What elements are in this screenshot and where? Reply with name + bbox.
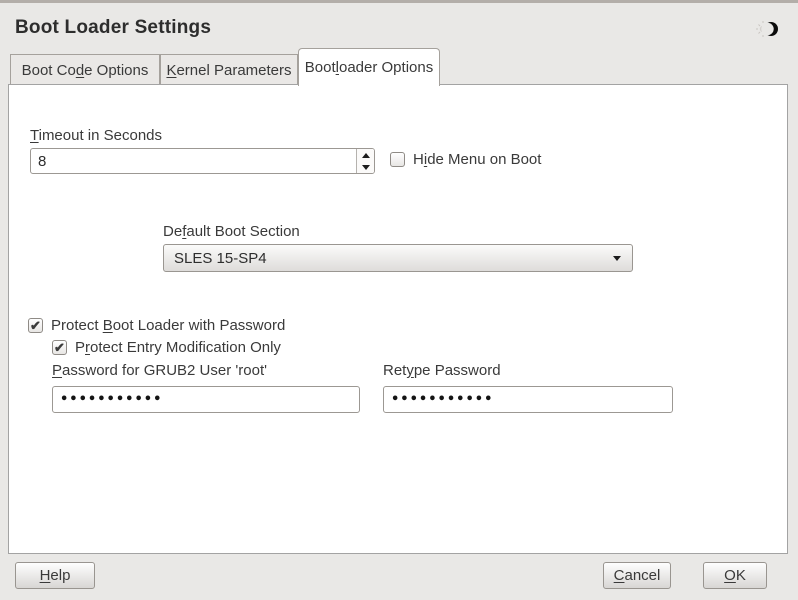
page-title: Boot Loader Settings [15, 17, 211, 39]
ok-button-label: OK [724, 567, 746, 584]
retype-password-input[interactable] [384, 387, 672, 412]
arrow-down-icon [362, 165, 370, 170]
grub2-password-input[interactable] [53, 387, 359, 412]
help-button[interactable]: Help [15, 562, 95, 589]
spin-down-button[interactable] [357, 161, 374, 173]
protect-password-checkbox[interactable]: ✔ [28, 318, 43, 333]
arrow-up-icon [362, 153, 370, 158]
moon-icon[interactable] [756, 18, 782, 40]
protect-password-label: Protect Boot Loader with Password [51, 317, 285, 334]
protect-entry-checkbox-row[interactable]: ✔ Protect Entry Modification Only [52, 339, 281, 356]
spin-up-button[interactable] [357, 149, 374, 161]
cancel-button[interactable]: Cancel [603, 562, 671, 589]
timeout-input[interactable] [31, 149, 356, 173]
retype-password-label: Retype Password [383, 362, 501, 379]
tab-boot-code-options[interactable]: Boot Code Options [10, 54, 160, 85]
default-boot-section-dropdown[interactable]: SLES 15-SP4 [163, 244, 633, 272]
grub2-password-field-box [52, 386, 360, 413]
boot-loader-settings-dialog: Boot Loader Settings Boot Code Options K… [0, 0, 798, 600]
protect-entry-checkbox[interactable]: ✔ [52, 340, 67, 355]
tab-label: Kernel Parameters [166, 62, 291, 79]
protect-entry-label: Protect Entry Modification Only [75, 339, 281, 356]
help-button-label: Help [40, 567, 71, 584]
ok-button[interactable]: OK [703, 562, 767, 589]
tab-label: Bootloader Options [305, 59, 433, 76]
hide-menu-checkbox-row[interactable]: Hide Menu on Boot [390, 151, 541, 168]
chevron-down-icon [613, 256, 621, 261]
retype-password-field-box [383, 386, 673, 413]
default-boot-section-label: Default Boot Section [163, 223, 300, 240]
window-top-strip [0, 0, 798, 3]
tab-label: Boot Code Options [22, 62, 149, 79]
cancel-button-label: Cancel [614, 567, 661, 584]
timeout-spinner[interactable] [30, 148, 375, 174]
hide-menu-label: Hide Menu on Boot [413, 151, 541, 168]
hide-menu-checkbox[interactable] [390, 152, 405, 167]
spinner-buttons [356, 149, 374, 173]
dropdown-selected-value: SLES 15-SP4 [164, 250, 613, 267]
protect-password-checkbox-row[interactable]: ✔ Protect Boot Loader with Password [28, 317, 285, 334]
grub2-password-label: Password for GRUB2 User 'root' [52, 362, 267, 379]
tab-kernel-parameters[interactable]: Kernel Parameters [160, 54, 298, 85]
timeout-label: Timeout in Seconds [30, 127, 162, 144]
tab-bootloader-options[interactable]: Bootloader Options [298, 48, 440, 86]
